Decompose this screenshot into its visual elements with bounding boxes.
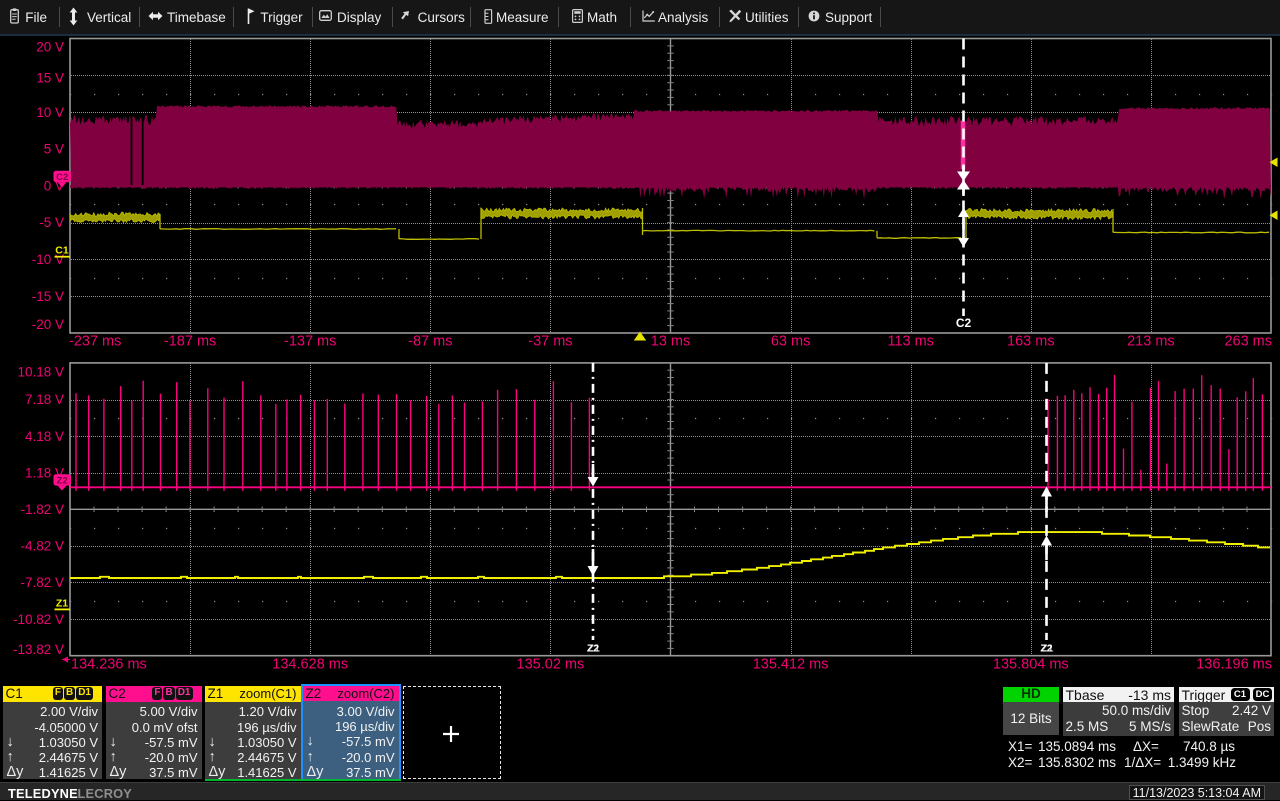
svg-text:135.02 ms: 135.02 ms bbox=[517, 657, 585, 673]
svg-text:-1.82 V: -1.82 V bbox=[20, 502, 64, 517]
svg-text:Z2: Z2 bbox=[57, 475, 68, 486]
svg-text:C2: C2 bbox=[56, 172, 68, 183]
svg-text:-5 V: -5 V bbox=[39, 215, 64, 230]
svg-text:63 ms: 63 ms bbox=[771, 334, 811, 350]
svg-text:7.18 V: 7.18 V bbox=[25, 392, 64, 407]
svg-text:263 ms: 263 ms bbox=[1224, 334, 1272, 350]
svg-text:10.18 V: 10.18 V bbox=[17, 365, 64, 380]
svg-text:C1: C1 bbox=[55, 245, 69, 257]
svg-text:C2: C2 bbox=[956, 316, 972, 330]
svg-text:15 V: 15 V bbox=[36, 71, 64, 86]
svg-text:20 V: 20 V bbox=[36, 40, 64, 55]
svg-text:-7.82 V: -7.82 V bbox=[20, 575, 64, 590]
svg-text:-137 ms: -137 ms bbox=[284, 334, 336, 350]
svg-text:-237 ms: -237 ms bbox=[69, 334, 121, 350]
svg-text:134.628 ms: 134.628 ms bbox=[272, 657, 348, 673]
svg-text:113 ms: 113 ms bbox=[887, 334, 933, 350]
svg-text:135.412 ms: 135.412 ms bbox=[753, 657, 829, 673]
svg-text:-15 V: -15 V bbox=[32, 289, 64, 304]
svg-text:Z1: Z1 bbox=[1041, 643, 1053, 655]
svg-text:-20 V: -20 V bbox=[32, 317, 64, 332]
svg-text:13 ms: 13 ms bbox=[651, 334, 691, 350]
svg-text:Z1: Z1 bbox=[56, 598, 68, 610]
svg-text:136.196 ms: 136.196 ms bbox=[1196, 657, 1272, 673]
svg-text:-87 ms: -87 ms bbox=[408, 334, 452, 350]
svg-text:-187 ms: -187 ms bbox=[164, 334, 216, 350]
svg-text:10 V: 10 V bbox=[36, 105, 64, 120]
svg-text:213 ms: 213 ms bbox=[1127, 334, 1175, 350]
svg-text:-10.82 V: -10.82 V bbox=[13, 612, 64, 627]
svg-text:5 V: 5 V bbox=[44, 142, 64, 157]
svg-text:Z1: Z1 bbox=[588, 643, 600, 655]
svg-text:4.18 V: 4.18 V bbox=[25, 429, 64, 444]
svg-text:-4.82 V: -4.82 V bbox=[20, 539, 64, 554]
svg-text:163 ms: 163 ms bbox=[1007, 334, 1055, 350]
svg-text:134.236 ms: 134.236 ms bbox=[71, 657, 147, 673]
svg-text:135.804 ms: 135.804 ms bbox=[993, 657, 1069, 673]
svg-text:-37 ms: -37 ms bbox=[528, 334, 572, 350]
svg-text:-13.82 V: -13.82 V bbox=[13, 642, 64, 657]
